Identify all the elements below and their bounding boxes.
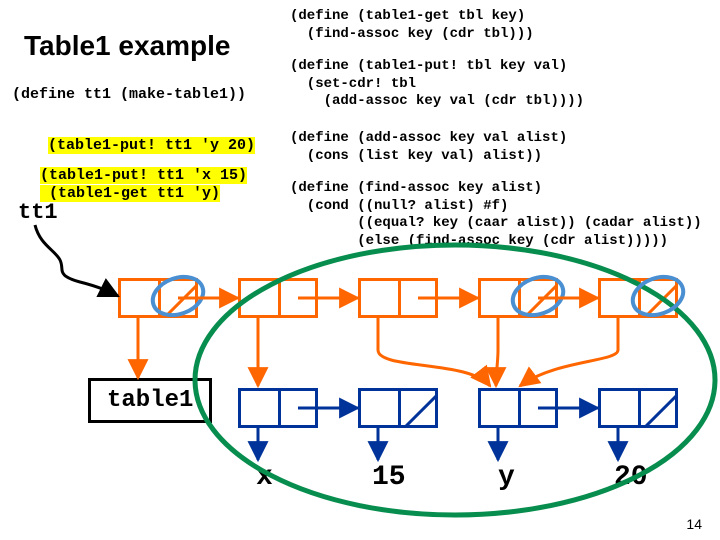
atom-y: y	[498, 462, 515, 493]
tt1-label: tt1	[18, 200, 58, 225]
slide: Table1 example (define tt1 (make-table1)…	[0, 0, 720, 540]
cons-pair-x-cdr	[358, 388, 438, 428]
cons-pair-x	[238, 388, 318, 428]
cons-pair-y	[478, 388, 558, 428]
cons-spine-3	[478, 278, 558, 318]
page-number: 14	[686, 516, 702, 532]
nil-slash-x	[398, 391, 435, 425]
cons-spine-4	[598, 278, 678, 318]
code-def-put: (define (table1-put! tbl key val) (set-c…	[290, 58, 584, 111]
cons-spine-2	[358, 278, 438, 318]
cons-spine-0	[118, 278, 198, 318]
nil-slash-y	[638, 391, 675, 425]
code-def-find: (define (find-assoc key alist) (cond ((n…	[290, 180, 702, 250]
atom-15: 15	[372, 462, 406, 493]
code-get-y: (table1-get tt1 'y)	[40, 185, 220, 202]
nil-slash-top-left	[158, 281, 195, 315]
nil-slash-top-right	[518, 281, 555, 315]
cons-pair-y-cdr	[598, 388, 678, 428]
code-define-tt1: (define tt1 (make-table1))	[12, 86, 246, 105]
code-def-add: (define (add-assoc key val alist) (cons …	[290, 130, 567, 165]
page-title: Table1 example	[24, 30, 230, 62]
nil-slash-far-right	[638, 281, 675, 315]
atom-x: x	[256, 462, 273, 493]
table1-tag: table1	[88, 378, 212, 423]
atom-20: 20	[614, 462, 648, 493]
code-def-get: (define (table1-get tbl key) (find-assoc…	[290, 8, 534, 43]
cons-spine-1	[238, 278, 318, 318]
